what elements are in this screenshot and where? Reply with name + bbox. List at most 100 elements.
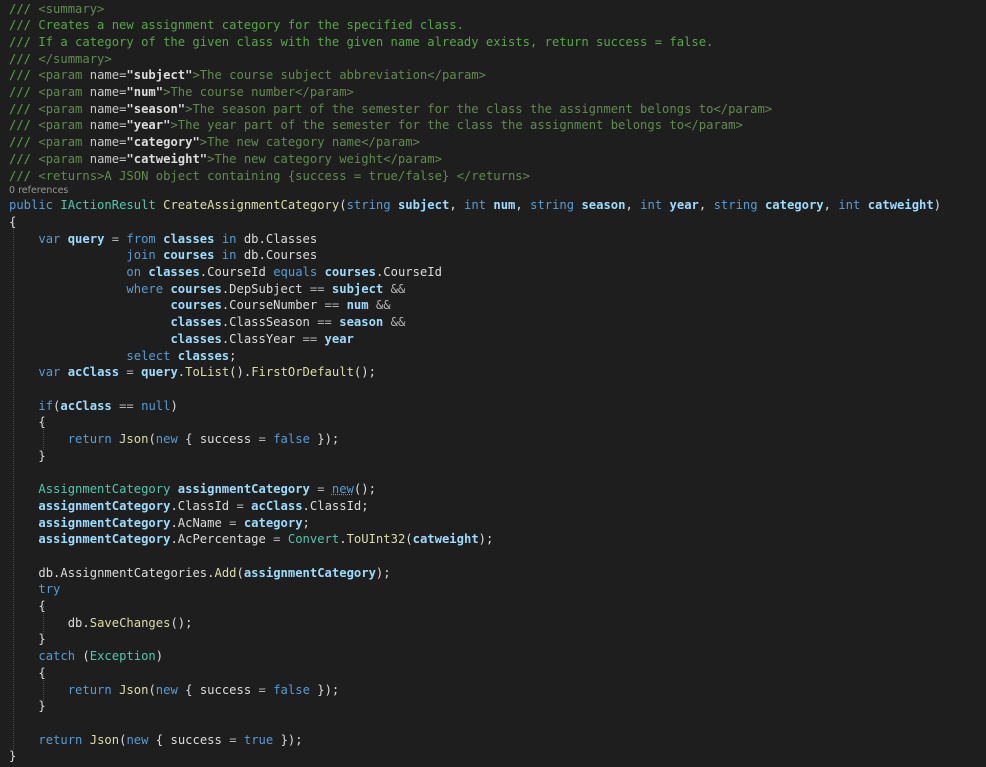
code-token: Json [89,732,120,747]
code-line[interactable]: /// <param name="category">The new categ… [9,134,420,151]
code-token: where [126,281,171,296]
code-line[interactable]: courses.CourseNumber == num && [9,297,390,314]
code-token: = [104,231,127,246]
code-line[interactable]: /// <returns>A JSON object containing {s… [9,168,530,185]
code-token: == [119,398,142,413]
code-token: "num" [126,85,164,99]
code-line[interactable]: /// If a category of the given class wit… [9,34,713,51]
code-token: = [265,532,288,547]
code-token: } [9,749,17,764]
code-line[interactable]: AssignmentCategory assignmentCategory = … [9,481,376,498]
code-token: ToList [185,365,230,380]
code-token: ToUInt32 [346,532,406,547]
code-token: return [38,732,90,747]
code-line[interactable]: /// <param name="catweight">The new cate… [9,151,442,168]
code-token: == [309,281,332,296]
code-token: Classes [265,231,318,246]
code-line[interactable]: classes.ClassYear == year [9,331,354,348]
code-line[interactable]: where courses.DepSubject == subject && [9,281,405,298]
code-token: ClassId [177,498,230,513]
code-line[interactable]: /// <param name="num">The course number<… [9,84,354,101]
code-line[interactable]: classes.ClassSeason == season && [9,314,405,331]
code-token: success [199,432,259,446]
code-token: num [346,298,376,313]
code-line[interactable]: join courses in db.Courses [9,247,317,264]
code-token: (); [170,615,193,630]
code-token: DepSubject [229,281,310,296]
code-token: CourseNumber [229,298,325,313]
code-line[interactable]: /// <param name="subject">The course sub… [9,67,486,84]
code-token: == [317,315,340,330]
code-line[interactable]: db.SaveChanges(); [9,615,193,632]
code-line[interactable]: { [9,598,45,615]
code-token: }); [317,432,340,446]
code-token: { [155,732,171,747]
code-line[interactable]: select classes; [9,348,236,365]
code-line[interactable]: { [9,414,45,431]
code-token: AssignmentCategory [38,482,178,497]
code-token: . [302,498,310,513]
code-token: true [243,732,281,747]
code-token: /// [9,168,39,183]
code-line[interactable]: { [9,665,45,682]
code-line[interactable]: catch (Exception) [9,648,163,665]
code-token: string [530,198,582,213]
code-line[interactable]: /// </summary> [9,51,112,68]
code-line[interactable]: try [9,581,60,598]
code-token: classes [148,265,200,279]
code-line[interactable]: } [9,748,16,765]
code-line[interactable]: } [9,448,46,465]
code-token: false [273,682,318,697]
code-token: AcPercentage [177,532,266,547]
code-line[interactable]: assignmentCategory.ClassId = acClass.Cla… [9,498,368,515]
code-editor[interactable]: 0 references /// <summary>/// Creates a … [0,0,986,767]
code-token: = [229,498,252,513]
code-token: year [324,331,354,346]
code-token: FirstOrDefault [251,365,354,380]
code-line[interactable]: { [9,214,16,231]
code-line[interactable]: /// <param name="season">The season part… [9,101,772,118]
code-line[interactable]: if(acClass == null) [9,398,177,415]
code-token: } [38,448,46,463]
code-token: <returns>A JSON object containing {succe… [38,168,530,183]
code-token: IActionResult [60,198,164,213]
code-token: } [38,632,46,647]
code-token: assignmentCategory [177,482,310,497]
code-token: ) [933,198,942,213]
code-line[interactable]: var query = from classes in db.Classes [9,231,317,248]
code-token: Convert [287,532,340,547]
code-token: "subject" [126,68,193,83]
code-line[interactable]: } [9,631,46,648]
code-token: >The new category weight</param> [207,151,442,166]
code-token: . [170,532,178,547]
code-token: ( [148,682,156,697]
code-line[interactable]: on classes.CourseId equals courses.Cours… [9,264,442,281]
code-line[interactable]: public IActionResult CreateAssignmentCat… [9,197,941,214]
code-line[interactable]: return Json(new { success = false }); [9,682,340,699]
code-token: = [258,682,274,697]
codelens-references[interactable]: 0 references [9,185,68,196]
code-line[interactable]: db.AssignmentCategories.Add(assignmentCa… [9,565,390,582]
code-token: /// [9,51,39,66]
code-line[interactable]: return Json(new { success = true }); [9,732,302,749]
code-line[interactable]: var acClass = query.ToList().FirstOrDefa… [9,364,376,381]
code-token: ClassSeason [229,315,318,330]
code-line[interactable]: assignmentCategory.AcName = category; [9,515,310,532]
code-line[interactable]: /// Creates a new assignment category fo… [9,17,464,34]
code-line[interactable]: assignmentCategory.AcPercentage = Conver… [9,531,493,548]
code-line[interactable]: /// <param name="year">The year part of … [9,117,743,134]
code-token: /// [9,151,39,166]
code-line[interactable]: /// <summary> [9,1,104,18]
code-line[interactable]: return Json(new { success = false }); [9,431,340,448]
code-line[interactable]: } [9,698,45,715]
code-token: if [38,398,54,413]
code-token: new [155,432,186,446]
code-token: subject [397,198,450,213]
code-token: new [126,732,156,747]
